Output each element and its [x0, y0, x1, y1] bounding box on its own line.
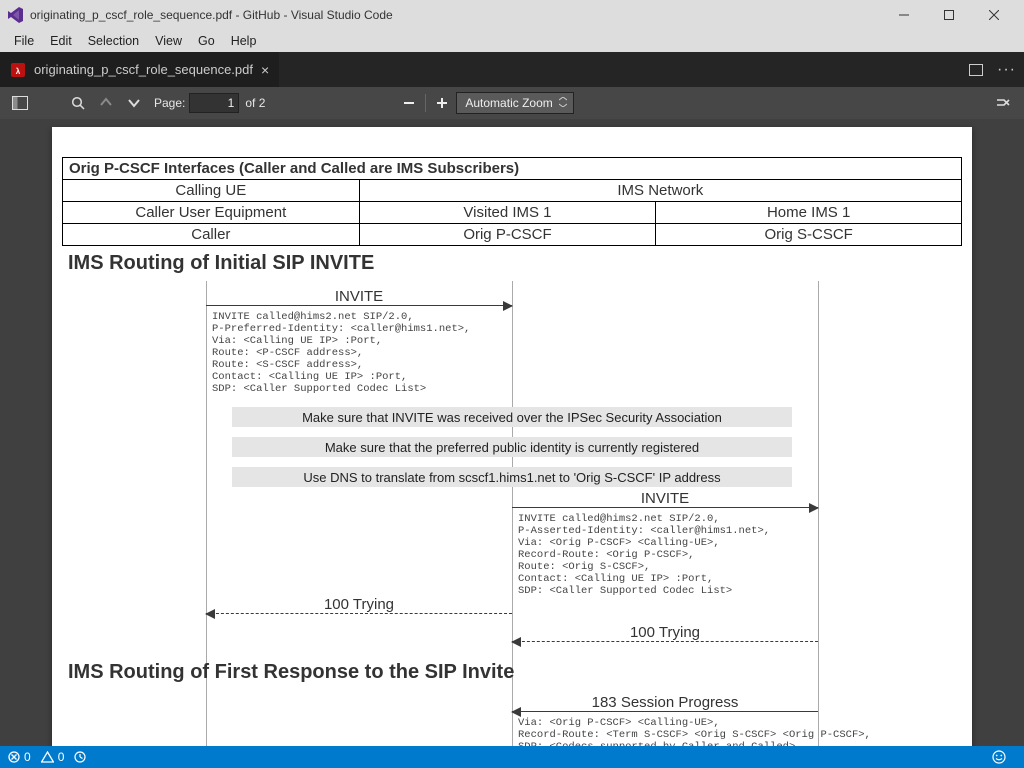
- status-bar: 0 0: [0, 746, 1024, 768]
- note-2: Make sure that the preferred public iden…: [232, 437, 792, 457]
- arrow-label: INVITE: [512, 490, 818, 507]
- split-editor-icon[interactable]: [969, 64, 983, 76]
- editor-area: Page: of 2 Automatic Zoom Orig P-CSCF In…: [0, 87, 1024, 746]
- arrowhead-icon: [809, 503, 819, 513]
- section-heading-2: IMS Routing of First Response to the SIP…: [68, 661, 514, 684]
- sidebar-toggle-icon[interactable]: [6, 89, 34, 117]
- status-time-icon[interactable]: [74, 751, 86, 763]
- minimize-button[interactable]: [881, 0, 926, 30]
- tab-active[interactable]: λ originating_p_cscf_role_sequence.pdf ×: [0, 52, 280, 87]
- page-number-input[interactable]: [189, 93, 239, 113]
- arrowhead-icon: [205, 609, 215, 619]
- header-table: Orig P-CSCF Interfaces (Caller and Calle…: [62, 157, 962, 246]
- menubar: File Edit Selection View Go Help: [0, 30, 1024, 52]
- menu-help[interactable]: Help: [223, 32, 265, 50]
- table-cell: IMS Network: [359, 180, 961, 202]
- error-count: 0: [24, 750, 31, 764]
- arrowhead-icon: [511, 707, 521, 717]
- menu-selection[interactable]: Selection: [80, 32, 147, 50]
- menu-view[interactable]: View: [147, 32, 190, 50]
- zoom-select[interactable]: Automatic Zoom: [456, 92, 573, 114]
- status-errors[interactable]: 0: [8, 750, 31, 764]
- table-title: Orig P-CSCF Interfaces (Caller and Calle…: [63, 158, 962, 180]
- window-controls: [881, 0, 1016, 30]
- titlebar: originating_p_cscf_role_sequence.pdf - G…: [0, 0, 1024, 30]
- pdf-toolbar: Page: of 2 Automatic Zoom: [0, 87, 1024, 119]
- sip-message-2: INVITE called@hims2.net SIP/2.0, P-Asser…: [518, 513, 770, 597]
- page-label: Page:: [154, 96, 185, 110]
- arrow-invite-2: INVITE: [512, 507, 818, 508]
- tab-close-icon[interactable]: ×: [261, 62, 269, 78]
- zoom-out-icon[interactable]: [395, 89, 423, 117]
- arrowhead-icon: [503, 301, 513, 311]
- svg-text:λ: λ: [16, 67, 21, 76]
- caret-icon: [559, 96, 567, 110]
- warning-count: 0: [58, 750, 65, 764]
- arrow-label: INVITE: [206, 288, 512, 305]
- window-title: originating_p_cscf_role_sequence.pdf - G…: [30, 8, 881, 22]
- tab-bar: λ originating_p_cscf_role_sequence.pdf ×…: [0, 52, 1024, 87]
- arrow-183: 183 Session Progress: [512, 711, 818, 712]
- arrow-label: 183 Session Progress: [512, 694, 818, 711]
- arrow-label: 100 Trying: [206, 596, 512, 613]
- sip-message-1: INVITE called@hims2.net SIP/2.0, P-Prefe…: [212, 311, 470, 395]
- more-actions-icon[interactable]: ···: [997, 61, 1016, 79]
- pdf-file-icon: λ: [10, 62, 26, 78]
- page-down-icon[interactable]: [120, 89, 148, 117]
- note-1: Make sure that INVITE was received over …: [232, 407, 792, 427]
- arrow-trying-2: 100 Trying: [512, 641, 818, 642]
- section-heading-1: IMS Routing of Initial SIP INVITE: [62, 252, 962, 275]
- close-button[interactable]: [971, 0, 1016, 30]
- zoom-select-label: Automatic Zoom: [465, 96, 552, 110]
- sequence-diagram: INVITE INVITE called@hims2.net SIP/2.0, …: [62, 281, 962, 746]
- menu-edit[interactable]: Edit: [42, 32, 80, 50]
- arrow-label: 100 Trying: [512, 624, 818, 641]
- note-3: Use DNS to translate from scscf1.hims1.n…: [232, 467, 792, 487]
- table-cell: Orig P-CSCF: [359, 224, 656, 246]
- page-count: of 2: [245, 96, 265, 110]
- arrow-invite-1: INVITE: [206, 305, 512, 306]
- status-warnings[interactable]: 0: [41, 750, 65, 764]
- arrowhead-icon: [511, 637, 521, 647]
- table-cell: Home IMS 1: [656, 202, 962, 224]
- search-icon[interactable]: [64, 89, 92, 117]
- table-cell: Caller: [63, 224, 360, 246]
- menu-file[interactable]: File: [6, 32, 42, 50]
- menu-go[interactable]: Go: [190, 32, 223, 50]
- table-cell: Caller User Equipment: [63, 202, 360, 224]
- pdf-viewport[interactable]: Orig P-CSCF Interfaces (Caller and Calle…: [0, 119, 1024, 746]
- table-cell: Visited IMS 1: [359, 202, 656, 224]
- pdf-page: Orig P-CSCF Interfaces (Caller and Calle…: [52, 127, 972, 746]
- zoom-in-icon[interactable]: [428, 89, 456, 117]
- vscode-icon: [8, 7, 24, 23]
- arrow-trying-1: 100 Trying: [206, 613, 512, 614]
- table-cell: Calling UE: [63, 180, 360, 202]
- table-cell: Orig S-CSCF: [656, 224, 962, 246]
- maximize-button[interactable]: [926, 0, 971, 30]
- page-up-icon[interactable]: [92, 89, 120, 117]
- tools-icon[interactable]: [990, 89, 1018, 117]
- sip-message-3: Via: <Orig P-CSCF> <Calling-UE>, Record-…: [518, 717, 871, 746]
- lifeline-scscf: [818, 281, 819, 746]
- feedback-icon[interactable]: [992, 750, 1006, 764]
- tab-label: originating_p_cscf_role_sequence.pdf: [34, 62, 253, 77]
